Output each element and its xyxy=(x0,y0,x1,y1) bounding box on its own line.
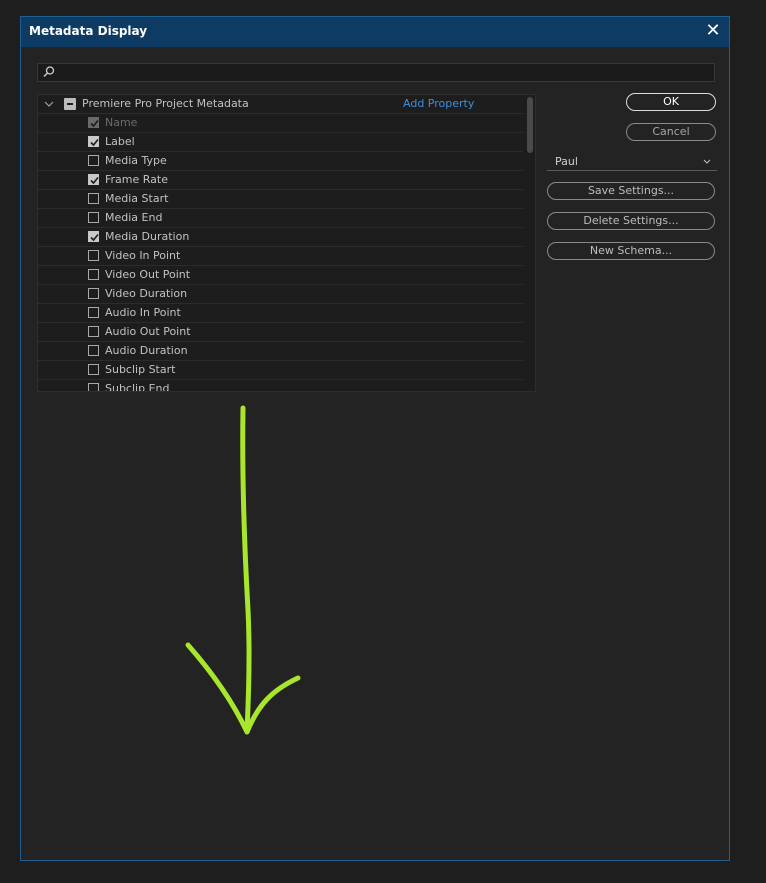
annotation-arrow xyxy=(185,405,301,735)
